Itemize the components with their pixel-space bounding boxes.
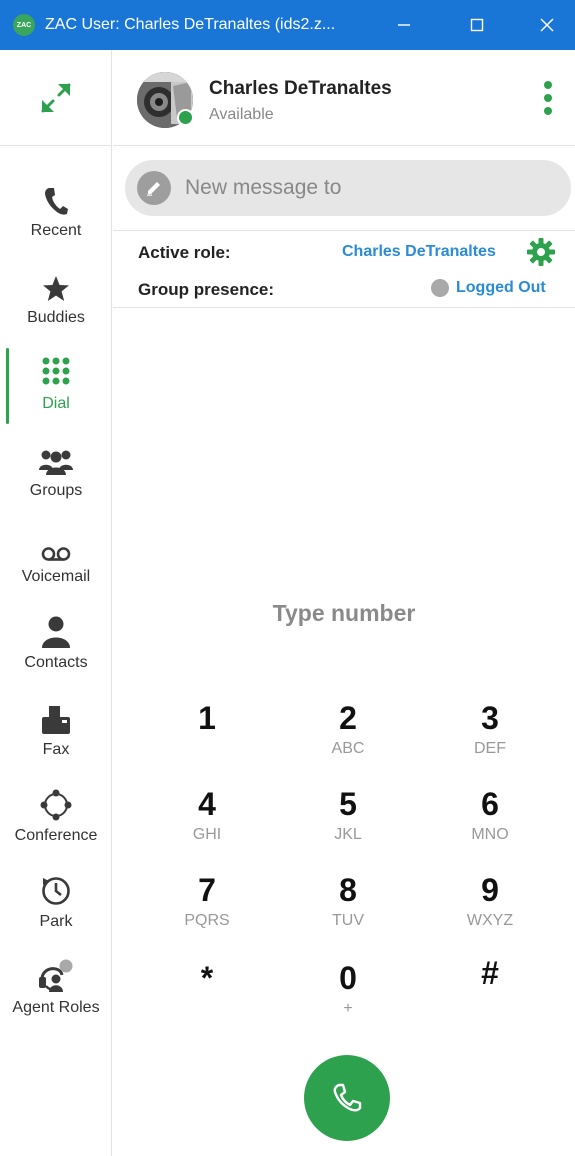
dial-key-letters: WXYZ bbox=[466, 912, 514, 929]
dial-key-letters: DEF bbox=[474, 740, 506, 757]
dial-key-hash[interactable]: # bbox=[440, 955, 540, 1031]
minimize-icon bbox=[398, 24, 410, 26]
voicemail-icon bbox=[41, 547, 71, 561]
phone-icon bbox=[45, 188, 68, 215]
dial-key-digit: * bbox=[200, 960, 214, 996]
dial-key-9[interactable]: 9 WXYZ bbox=[440, 872, 540, 948]
pencil-icon bbox=[137, 171, 171, 205]
person-icon bbox=[42, 616, 70, 648]
dial-key-letters: ABC bbox=[331, 740, 365, 757]
star-icon bbox=[43, 276, 69, 301]
dial-key-4[interactable]: 4 GHI bbox=[157, 786, 257, 862]
dial-key-1[interactable]: 1 bbox=[157, 700, 257, 776]
dial-key-letters: + bbox=[343, 1000, 353, 1017]
conference-icon bbox=[40, 789, 72, 821]
sidebar-item-groups[interactable]: Groups bbox=[0, 434, 112, 520]
fax-icon bbox=[42, 706, 70, 734]
dial-key-digit: 5 bbox=[339, 786, 357, 822]
group-presence-label: Group presence: bbox=[138, 280, 275, 299]
dial-key-8[interactable]: 8 TUV bbox=[298, 872, 398, 948]
sidebar-item-recent[interactable]: Recent bbox=[0, 174, 112, 260]
dial-key-5[interactable]: 5 JKL bbox=[298, 786, 398, 862]
sidebar-item-label: Buddies bbox=[27, 309, 85, 326]
dial-key-0[interactable]: 0 + bbox=[298, 960, 398, 1036]
close-icon bbox=[540, 18, 554, 32]
sidebar-item-fax[interactable]: Fax bbox=[0, 693, 112, 779]
window-title: ZAC User: Charles DeTranaltes (ids2.z... bbox=[45, 16, 336, 33]
call-button[interactable] bbox=[304, 1055, 390, 1141]
maximize-button[interactable] bbox=[448, 0, 506, 50]
more-options-button[interactable] bbox=[533, 78, 563, 118]
dial-key-digit: 4 bbox=[198, 786, 216, 822]
dial-key-3[interactable]: 3 DEF bbox=[440, 700, 540, 776]
presence-status-dot bbox=[177, 109, 194, 126]
dial-key-digit: 1 bbox=[198, 700, 216, 736]
sidebar-item-dial[interactable]: Dial bbox=[0, 347, 112, 433]
expand-arrows-icon bbox=[41, 83, 71, 112]
user-name: Charles DeTranaltes bbox=[209, 78, 392, 99]
gear-icon[interactable] bbox=[526, 237, 556, 267]
minimize-button[interactable] bbox=[375, 0, 433, 50]
sidebar-item-label: Conference bbox=[14, 827, 98, 844]
sidebar-item-label: Agent Roles bbox=[12, 999, 100, 1016]
dial-key-digit: 3 bbox=[481, 700, 499, 736]
number-display[interactable]: Type number bbox=[113, 600, 575, 627]
maximize-icon bbox=[470, 18, 484, 32]
dial-key-6[interactable]: 6 MNO bbox=[440, 786, 540, 862]
kebab-menu-icon bbox=[544, 81, 552, 115]
dial-key-letters: TUV bbox=[332, 912, 364, 929]
sidebar-item-conference[interactable]: Conference bbox=[0, 779, 112, 865]
sidebar: Recent Buddies Dial Groups Voicemail Con… bbox=[0, 50, 112, 1156]
dial-key-digit: 0 bbox=[339, 960, 357, 996]
sidebar-item-contacts[interactable]: Contacts bbox=[0, 606, 112, 692]
app-logo-icon: ZAC bbox=[13, 14, 35, 36]
headset-icon bbox=[39, 959, 73, 992]
sidebar-item-label: Park bbox=[39, 913, 73, 930]
dial-key-star[interactable]: * bbox=[157, 960, 257, 1036]
sidebar-item-label: Dial bbox=[42, 395, 70, 412]
dial-key-7[interactable]: 7 PQRS bbox=[157, 872, 257, 948]
sidebar-item-label: Recent bbox=[30, 222, 82, 239]
sidebar-item-buddies[interactable]: Buddies bbox=[0, 261, 112, 347]
sidebar-item-voicemail[interactable]: Voicemail bbox=[0, 520, 112, 606]
new-message-placeholder: New message to bbox=[185, 176, 342, 199]
dial-key-digit: 2 bbox=[339, 700, 357, 736]
dial-key-digit: 6 bbox=[481, 786, 499, 822]
sidebar-item-agent-roles[interactable]: Agent Roles bbox=[0, 951, 112, 1037]
title-bar: ZAC ZAC User: Charles DeTranaltes (ids2.… bbox=[0, 0, 575, 50]
user-status: Available bbox=[209, 106, 274, 123]
sidebar-item-label: Groups bbox=[29, 482, 83, 499]
dial-key-digit: # bbox=[481, 955, 499, 991]
main-panel: Charles DeTranaltes Available New messag… bbox=[113, 50, 575, 1156]
dial-key-digit: 8 bbox=[339, 872, 357, 908]
active-role-label: Active role: bbox=[138, 243, 231, 262]
sidebar-item-label: Contacts bbox=[24, 654, 88, 671]
group-icon bbox=[39, 450, 73, 475]
active-role-value[interactable]: Charles DeTranaltes bbox=[342, 243, 496, 261]
dial-key-digit: 9 bbox=[481, 872, 499, 908]
group-presence-value[interactable]: Logged Out bbox=[456, 279, 546, 297]
dial-key-letters: GHI bbox=[192, 826, 222, 843]
user-header: Charles DeTranaltes Available bbox=[113, 50, 575, 146]
dial-key-2[interactable]: 2 ABC bbox=[298, 700, 398, 776]
expand-button[interactable] bbox=[0, 50, 112, 146]
role-panel: Active role: Charles DeTranaltes Group p… bbox=[113, 230, 575, 308]
new-message-input[interactable]: New message to bbox=[125, 160, 571, 216]
sidebar-item-park[interactable]: Park bbox=[0, 865, 112, 951]
presence-indicator-dot bbox=[431, 279, 449, 297]
dial-key-letters: JKL bbox=[334, 826, 362, 843]
call-icon bbox=[333, 1083, 362, 1112]
dial-key-letters: PQRS bbox=[184, 912, 230, 929]
dial-key-digit: 7 bbox=[198, 872, 216, 908]
clock-icon bbox=[42, 877, 70, 905]
sidebar-item-label: Voicemail bbox=[21, 568, 91, 585]
dialpad-icon bbox=[42, 357, 70, 385]
close-button[interactable] bbox=[518, 0, 575, 50]
sidebar-item-label: Fax bbox=[42, 741, 70, 758]
dial-key-letters: MNO bbox=[471, 826, 509, 843]
app-logo-text: ZAC bbox=[16, 21, 32, 29]
